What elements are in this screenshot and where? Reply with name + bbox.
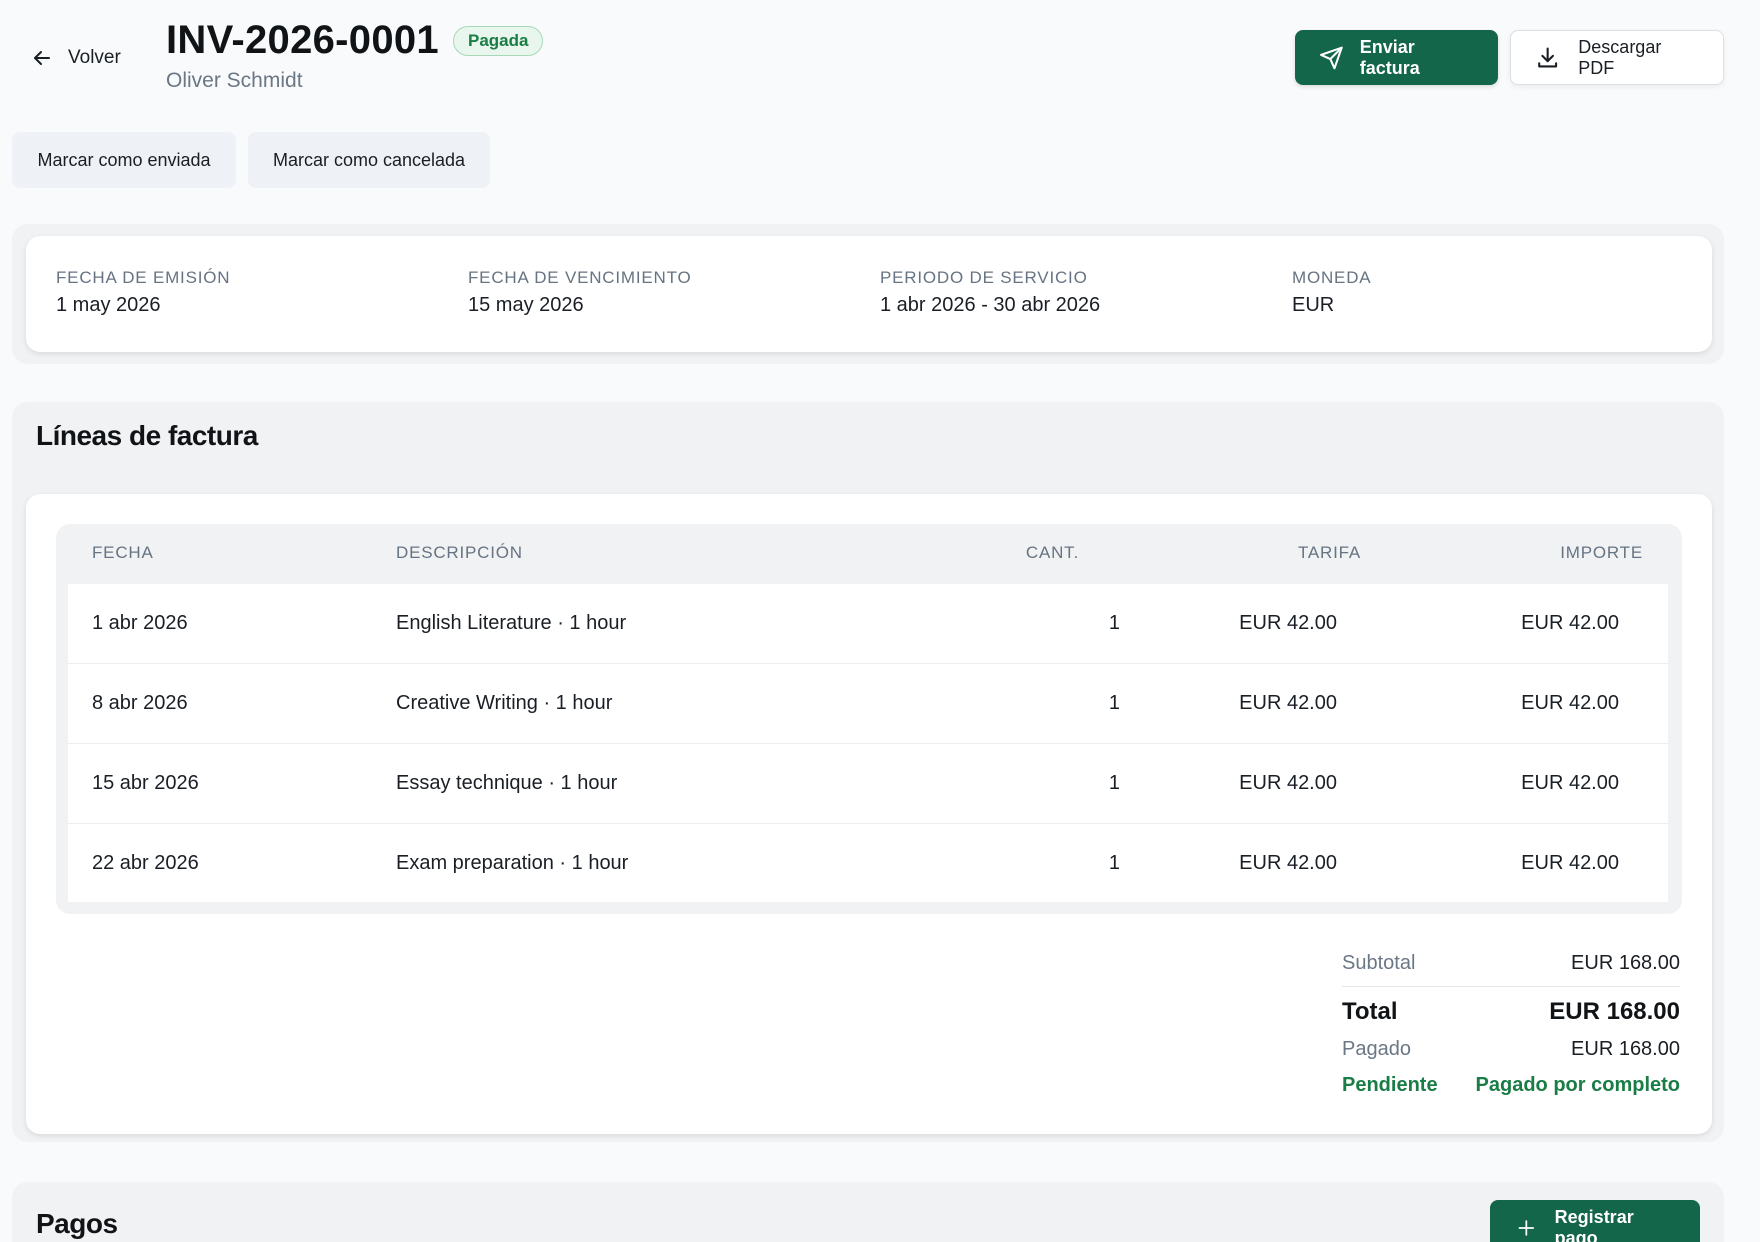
mark-sent-button[interactable]: Marcar como enviada: [12, 132, 236, 188]
table-row[interactable]: 1 abr 2026 English Literature · 1 hour 1…: [68, 584, 1668, 664]
row-qty: 1: [1108, 692, 1120, 714]
service-period: PERIODO DE SERVICIO 1 abr 2026 - 30 abr …: [880, 268, 1100, 317]
row-date: 8 abr 2026: [92, 692, 188, 714]
mark-cancelled-button[interactable]: Marcar como cancelada: [248, 132, 490, 188]
row-amount: EUR 42.00: [1521, 612, 1619, 634]
plus-icon: [1518, 1220, 1535, 1236]
paid-value: EUR 168.00: [1571, 1038, 1680, 1060]
service-period-value: 1 abr 2026 - 30 abr 2026: [880, 294, 1101, 316]
send-icon: [1320, 46, 1343, 69]
back-label: Volver: [68, 47, 121, 68]
page-title: INV-2026-0001: [166, 18, 439, 62]
total-value: EUR 168.00: [1549, 998, 1680, 1025]
table-row[interactable]: 15 abr 2026 Essay technique · 1 hour 1 E…: [68, 744, 1668, 824]
due-date-value: 15 may 2026: [468, 294, 584, 316]
payments-section: [12, 1182, 1724, 1242]
title-block: INV-2026-0001 Pagada Oliver Schmidt: [166, 18, 544, 93]
table-row[interactable]: 22 abr 2026 Exam preparation · 1 hour 1 …: [68, 824, 1668, 904]
row-description: Creative Writing · 1 hour: [396, 692, 613, 714]
table-row[interactable]: 8 abr 2026 Creative Writing · 1 hour 1 E…: [68, 664, 1668, 744]
row-description: English Literature · 1 hour: [396, 612, 627, 634]
arrow-left-icon: [34, 51, 50, 65]
send-invoice-button[interactable]: Enviar factura: [1295, 30, 1498, 85]
row-date: 1 abr 2026: [92, 612, 188, 634]
service-period-label: PERIODO DE SERVICIO: [880, 268, 1088, 287]
row-rate: EUR 42.00: [1239, 852, 1337, 874]
due-date-label: FECHA DE VENCIMIENTO: [468, 268, 692, 287]
column-header-rate: TARIFA: [1297, 543, 1361, 562]
download-pdf-button[interactable]: Descargar PDF: [1510, 30, 1724, 85]
currency: MONEDA EUR: [1292, 268, 1371, 317]
send-invoice-label: Enviar factura: [1359, 36, 1420, 78]
column-header-amount: IMPORTE: [1560, 543, 1643, 562]
pending-label: Pendiente: [1342, 1074, 1438, 1096]
column-header-description: DESCRIPCIÓN: [396, 543, 523, 562]
row-rate: EUR 42.00: [1239, 772, 1337, 794]
row-qty: 1: [1108, 612, 1120, 634]
issue-date: FECHA DE EMISIÓN 1 may 2026: [56, 268, 230, 317]
subtotal-label: Subtotal: [1342, 952, 1416, 974]
row-date: 22 abr 2026: [92, 852, 199, 874]
row-rate: EUR 42.00: [1239, 612, 1337, 634]
back-button[interactable]: Volver: [30, 40, 121, 76]
issue-date-label: FECHA DE EMISIÓN: [56, 268, 231, 287]
row-description: Essay technique · 1 hour: [396, 772, 618, 794]
pending-value: Pagado por completo: [1475, 1074, 1680, 1096]
register-payment-button[interactable]: Registrar pago: [1490, 1200, 1700, 1242]
row-amount: EUR 42.00: [1521, 852, 1619, 874]
invoice-meta-card: FECHA DE EMISIÓN 1 may 2026 FECHA DE VEN…: [26, 236, 1712, 352]
currency-label: MONEDA: [1292, 268, 1372, 287]
row-qty: 1: [1108, 772, 1120, 794]
row-amount: EUR 42.00: [1521, 772, 1619, 794]
column-header-qty: CANT.: [1025, 543, 1079, 562]
due-date: FECHA DE VENCIMIENTO 15 may 2026: [468, 268, 692, 317]
register-payment-label: Registrar pago: [1554, 1207, 1634, 1242]
paid-label: Pagado: [1342, 1038, 1411, 1060]
currency-value: EUR: [1292, 294, 1335, 316]
payments-title: Pagos: [36, 1208, 118, 1239]
total-label: Total: [1342, 998, 1398, 1025]
download-pdf-label: Descargar PDF: [1578, 36, 1662, 78]
table-body: 1 abr 2026 English Literature · 1 hour 1…: [68, 584, 1668, 902]
row-qty: 1: [1108, 852, 1120, 874]
client-name: Oliver Schmidt: [166, 69, 303, 92]
issue-date-value: 1 may 2026: [56, 294, 161, 316]
totals-divider: [1342, 986, 1680, 987]
invoice-lines-title: Líneas de factura: [36, 420, 258, 451]
row-description: Exam preparation · 1 hour: [396, 852, 629, 874]
subtotal-value: EUR 168.00: [1571, 952, 1680, 974]
invoice-header: Volver INV-2026-0001 Pagada Oliver Schmi…: [0, 0, 1760, 120]
status-badge: Pagada: [452, 25, 544, 56]
row-amount: EUR 42.00: [1521, 692, 1619, 714]
column-header-date: FECHA: [92, 543, 154, 562]
download-icon: [1538, 46, 1558, 67]
row-date: 15 abr 2026: [92, 772, 199, 794]
row-rate: EUR 42.00: [1239, 692, 1337, 714]
